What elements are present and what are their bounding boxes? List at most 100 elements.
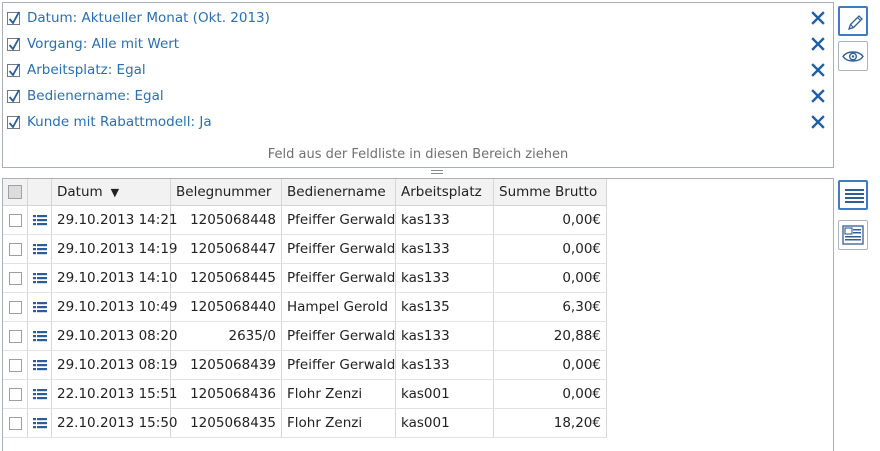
cell-summe-brutto: 18,20€ xyxy=(494,409,607,437)
cell-datum: 29.10.2013 14:10 xyxy=(52,264,178,292)
row-select-cell[interactable] xyxy=(3,380,28,408)
row-checkbox[interactable] xyxy=(8,329,22,343)
row-select-cell[interactable] xyxy=(3,264,28,292)
details-icon[interactable] xyxy=(32,358,48,372)
remove-filter-icon[interactable] xyxy=(811,11,825,25)
remove-filter-icon[interactable] xyxy=(811,115,825,129)
details-icon[interactable] xyxy=(32,387,48,401)
cell-bedienername: Pfeiffer Gerwald xyxy=(282,206,396,234)
row-details-cell[interactable] xyxy=(28,322,52,350)
row-details-cell[interactable] xyxy=(28,293,52,321)
filter-checkbox[interactable] xyxy=(7,89,20,103)
column-header-label: Datum xyxy=(57,184,103,200)
cell-datum: 29.10.2013 08:20 xyxy=(52,322,178,350)
row-checkbox[interactable] xyxy=(8,271,22,285)
cell-belegnummer: 1205068439 xyxy=(171,351,282,379)
cell-belegnummer: 2635/0 xyxy=(171,322,282,350)
table-row[interactable]: 29.10.2013 14:19 1205068447 Pfeiffer Gerwa… xyxy=(3,235,607,264)
table-row[interactable]: 29.10.2013 08:20 2635/0 Pfeiffer Gerwald ka… xyxy=(3,322,607,351)
checkmark-icon xyxy=(8,37,20,51)
cell-datum: 29.10.2013 14:21 xyxy=(52,206,178,234)
filter-checkbox[interactable] xyxy=(7,115,20,129)
list-view-icon xyxy=(845,189,864,203)
row-details-cell[interactable] xyxy=(28,380,52,408)
cell-belegnummer: 1205068435 xyxy=(171,409,282,437)
grid-header: Datum ▼ Belegnummer Bedienername Arbeits… xyxy=(3,179,607,206)
details-icon[interactable] xyxy=(32,416,48,430)
row-select-cell[interactable] xyxy=(3,351,28,379)
edit-filter-button[interactable] xyxy=(838,6,868,36)
filter-label[interactable]: Vorgang: Alle mit Wert xyxy=(27,36,179,52)
row-details-cell[interactable] xyxy=(28,206,52,234)
remove-filter-icon[interactable] xyxy=(811,63,825,77)
details-icon[interactable] xyxy=(32,329,48,343)
table-row[interactable]: 29.10.2013 14:10 1205068445 Pfeiffer Gerwa… xyxy=(3,264,607,293)
row-details-cell[interactable] xyxy=(28,235,52,263)
details-icon[interactable] xyxy=(32,271,48,285)
row-checkbox[interactable] xyxy=(8,387,22,401)
column-header-label: Belegnummer xyxy=(176,184,272,200)
cell-summe-brutto: 0,00€ xyxy=(494,206,607,234)
cell-arbeitsplatz: kas133 xyxy=(396,351,494,379)
column-header-arbeitsplatz[interactable]: Arbeitsplatz xyxy=(396,179,494,205)
row-select-cell[interactable] xyxy=(3,409,28,437)
filter-label[interactable]: Datum: Aktueller Monat (Okt. 2013) xyxy=(27,10,270,26)
row-select-cell[interactable] xyxy=(3,322,28,350)
cell-bedienername: Flohr Zenzi xyxy=(282,409,396,437)
row-select-cell[interactable] xyxy=(3,206,28,234)
drop-hint: Feld aus der Feldliste in diesen Bereich… xyxy=(267,147,569,162)
table-row[interactable]: 29.10.2013 14:21 1205068448 Pfeiffer Gerwa… xyxy=(3,206,607,235)
card-view-icon xyxy=(842,225,864,245)
checkmark-icon xyxy=(8,63,20,77)
filter-checkbox[interactable] xyxy=(7,37,20,51)
row-select-cell[interactable] xyxy=(3,235,28,263)
row-checkbox[interactable] xyxy=(8,213,22,227)
row-details-cell[interactable] xyxy=(28,409,52,437)
table-row[interactable]: 29.10.2013 08:19 1205068439 Pfeiffer Gerwa… xyxy=(3,351,607,380)
details-icon[interactable] xyxy=(32,213,48,227)
cell-summe-brutto: 0,00€ xyxy=(494,351,607,379)
cell-belegnummer: 1205068445 xyxy=(171,264,282,292)
row-checkbox[interactable] xyxy=(8,416,22,430)
table-row[interactable]: 29.10.2013 10:49 1205068440 Hampel Gerold k… xyxy=(3,293,607,322)
row-checkbox[interactable] xyxy=(8,300,22,314)
list-view-button[interactable] xyxy=(838,180,868,210)
row-select-cell[interactable] xyxy=(3,293,28,321)
select-all-box[interactable] xyxy=(8,185,22,199)
cell-arbeitsplatz: kas133 xyxy=(396,264,494,292)
table-row[interactable]: 22.10.2013 15:51 1205068436 Flohr Zenzi kas… xyxy=(3,380,607,409)
card-view-button[interactable] xyxy=(838,220,868,250)
column-header-belegnummer[interactable]: Belegnummer xyxy=(171,179,282,205)
cell-bedienername: Pfeiffer Gerwald xyxy=(282,235,396,263)
cell-arbeitsplatz: kas001 xyxy=(396,409,494,437)
row-details-cell[interactable] xyxy=(28,264,52,292)
remove-filter-icon[interactable] xyxy=(811,37,825,51)
preview-button[interactable] xyxy=(838,41,868,71)
select-all-checkbox[interactable] xyxy=(3,179,28,205)
column-header-datum[interactable]: Datum ▼ xyxy=(52,179,171,205)
row-checkbox[interactable] xyxy=(8,242,22,256)
filter-checkbox[interactable] xyxy=(7,11,20,25)
details-icon[interactable] xyxy=(32,300,48,314)
cell-summe-brutto: 0,00€ xyxy=(494,264,607,292)
filter-label[interactable]: Bedienername: Egal xyxy=(27,88,164,104)
panel-splitter[interactable] xyxy=(431,170,443,175)
column-header-bedienername[interactable]: Bedienername xyxy=(282,179,396,205)
eye-icon xyxy=(842,51,864,62)
results-grid: Datum ▼ Belegnummer Bedienername Arbeits… xyxy=(2,178,834,451)
cell-bedienername: Hampel Gerold xyxy=(282,293,396,321)
checkmark-icon xyxy=(8,89,20,103)
filter-label[interactable]: Arbeitsplatz: Egal xyxy=(27,62,146,78)
remove-filter-icon[interactable] xyxy=(811,89,825,103)
table-row[interactable]: 22.10.2013 15:50 1205068435 Flohr Zenzi kas… xyxy=(3,409,607,438)
filter-row: Arbeitsplatz: Egal xyxy=(7,59,833,81)
pencil-icon xyxy=(847,15,863,31)
column-header-summe-brutto[interactable]: Summe Brutto xyxy=(494,179,607,205)
row-checkbox[interactable] xyxy=(8,358,22,372)
row-details-cell[interactable] xyxy=(28,351,52,379)
cell-belegnummer: 1205068440 xyxy=(171,293,282,321)
filter-checkbox[interactable] xyxy=(7,63,20,77)
details-icon[interactable] xyxy=(32,242,48,256)
cell-datum: 29.10.2013 10:49 xyxy=(52,293,178,321)
filter-label[interactable]: Kunde mit Rabattmodell: Ja xyxy=(27,114,212,130)
